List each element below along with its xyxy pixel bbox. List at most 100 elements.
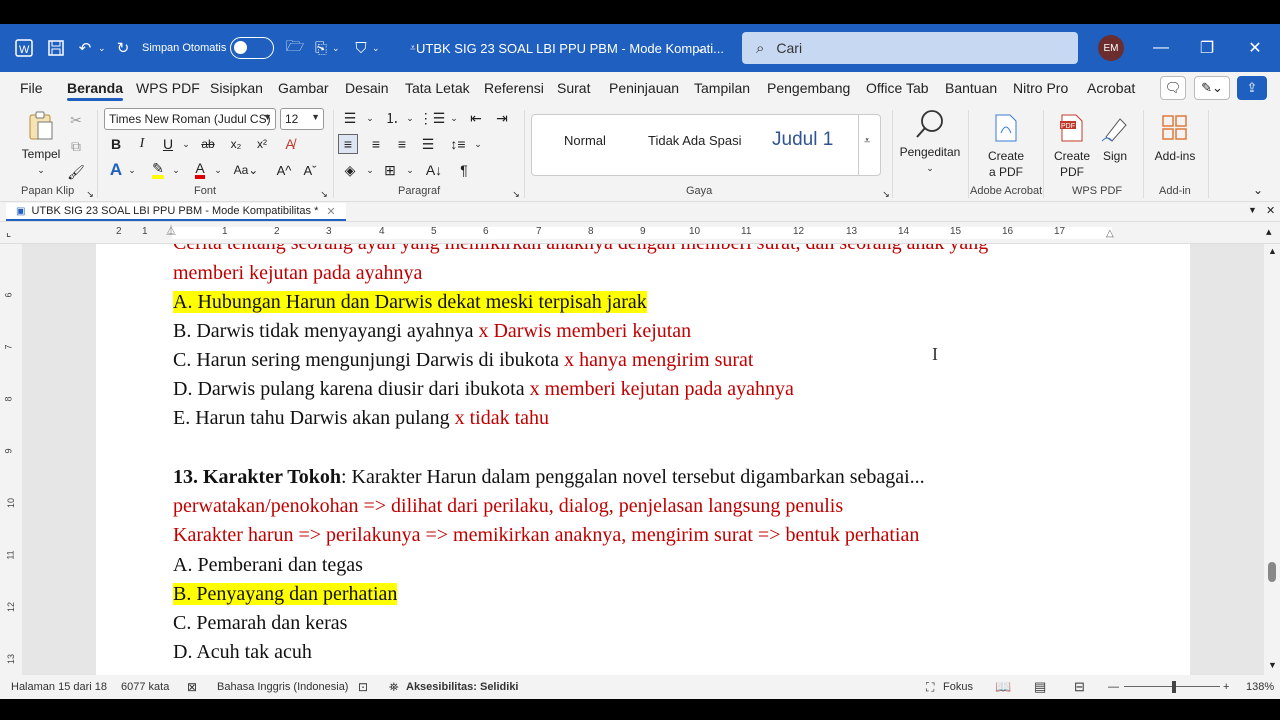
document-page[interactable]: Cerita tentang seorang ayah yang memikir…	[96, 244, 1190, 675]
open-folder-icon[interactable]: 🗁	[284, 24, 306, 72]
web-layout-icon[interactable]: ⊟	[1074, 675, 1085, 699]
decrease-indent-icon[interactable]: ⇤	[466, 108, 486, 128]
bold-icon[interactable]: B	[106, 134, 126, 154]
touch-mode-icon[interactable]: ⛉ ⌄	[350, 24, 379, 72]
chevron-down-icon[interactable]: ⌄	[208, 160, 228, 180]
doc-line[interactable]: A. Hubungan Harun dan Darwis dekat meski…	[173, 291, 647, 314]
sign-button[interactable]: Sign	[1096, 112, 1134, 164]
shading-icon[interactable]: ◈	[340, 160, 360, 180]
chevron-down-icon[interactable]: ⌄	[400, 108, 420, 128]
customize-qat-icon[interactable]: ⩡	[410, 24, 416, 72]
restore-button[interactable]: ❐	[1192, 24, 1222, 72]
zoom-slider-thumb[interactable]	[1172, 681, 1176, 693]
font-color-icon[interactable]: A	[190, 160, 210, 180]
save-icon[interactable]	[46, 24, 66, 72]
tab-office-tab[interactable]: Office Tab	[866, 72, 929, 104]
shrink-font-icon[interactable]: Aˇ	[300, 160, 320, 180]
proofing-icon[interactable]: ⊠	[187, 675, 197, 699]
bullets-icon[interactable]: ☰	[340, 108, 360, 128]
underline-icon[interactable]: U	[158, 134, 178, 154]
chevron-down-icon[interactable]: ⌄	[360, 108, 380, 128]
line-spacing-icon[interactable]: ↕≡	[448, 134, 468, 154]
doc-line[interactable]: D. Acuh tak acuh	[173, 641, 312, 664]
right-indent-marker[interactable]: △	[1106, 228, 1114, 239]
paste-button[interactable]: Tempel ⌄	[16, 110, 66, 178]
chevron-down-icon[interactable]: ⌄	[468, 134, 488, 154]
chevron-down-icon[interactable]: ⌄	[696, 24, 705, 72]
zoom-in-icon[interactable]: +	[1223, 675, 1229, 699]
tab-referensi[interactable]: Referensi	[484, 72, 544, 104]
page-count[interactable]: Halaman 15 dari 18	[11, 675, 107, 699]
create-pdf-button[interactable]: PDF Create PDF	[1050, 112, 1094, 180]
copy-icon[interactable]: ⧉	[66, 136, 86, 156]
autosave-toggle[interactable]	[230, 24, 274, 72]
show-marks-icon[interactable]: ¶	[454, 160, 474, 180]
undo-icon[interactable]: ↶ ⌄	[74, 24, 106, 72]
ruler-toggle-icon[interactable]: ▴	[1266, 225, 1272, 238]
font-name-combo[interactable]: Times New Roman (Judul CS) ▼	[104, 108, 276, 130]
document-tab[interactable]: ▣ UTBK SIG 23 SOAL LBI PPU PBM - Mode Ko…	[6, 203, 346, 221]
macro-icon[interactable]: ⊡	[358, 675, 368, 699]
addins-button[interactable]: Add-ins	[1150, 112, 1200, 164]
tab-gambar[interactable]: Gambar	[278, 72, 329, 104]
close-tab-icon[interactable]: ✕	[326, 205, 335, 218]
tab-tampilan[interactable]: Tampilan	[694, 72, 750, 104]
doc-line[interactable]: C. Harun sering mengunjungi Darwis di ib…	[173, 349, 753, 372]
sort-icon[interactable]: A↓	[424, 160, 444, 180]
accessibility-status[interactable]: Aksesibilitas: Selidiki	[406, 675, 519, 699]
scroll-down-icon[interactable]: ▼	[1268, 660, 1277, 670]
redo-icon[interactable]: ↻	[112, 24, 134, 72]
collapse-ribbon-icon[interactable]: ⌄	[1248, 180, 1268, 200]
comments-icon[interactable]: 🗨	[1160, 76, 1186, 100]
cut-icon[interactable]: ✂	[66, 110, 86, 130]
word-count[interactable]: 6077 kata	[121, 675, 169, 699]
multilevel-list-icon[interactable]: ⋮☰	[419, 108, 446, 128]
doc-line[interactable]: Karakter harun => perilakunya => memikir…	[173, 524, 919, 547]
tab-tata-letak[interactable]: Tata Letak	[405, 72, 470, 104]
tab-peninjauan[interactable]: Peninjauan	[609, 72, 679, 104]
scroll-up-icon[interactable]: ▲	[1268, 246, 1277, 256]
close-all-icon[interactable]: ✕	[1266, 204, 1275, 217]
print-layout-icon[interactable]: ▤	[1034, 675, 1046, 699]
change-case-icon[interactable]: Aa⌄	[232, 160, 260, 180]
tab-desain[interactable]: Desain	[345, 72, 389, 104]
zoom-level[interactable]: 138%	[1246, 675, 1274, 699]
align-left-icon[interactable]: ≡	[338, 134, 358, 154]
styles-more-icon[interactable]: ⩡	[864, 135, 870, 148]
tab-surat[interactable]: Surat	[557, 72, 590, 104]
tab-bantuan[interactable]: Bantuan	[945, 72, 997, 104]
align-right-icon[interactable]: ≡	[392, 134, 412, 154]
justify-icon[interactable]: ☰	[418, 134, 438, 154]
chevron-down-icon[interactable]: ⌄	[166, 160, 186, 180]
font-size-combo[interactable]: 12 ▼	[280, 108, 324, 130]
tab-beranda[interactable]: Beranda	[67, 72, 124, 104]
focus-button[interactable]: Fokus	[943, 675, 973, 699]
increase-indent-icon[interactable]: ⇥	[492, 108, 512, 128]
style-tidak-ada-spasi[interactable]: Tidak Ada Spasi	[648, 133, 741, 148]
doc-line[interactable]: B. Penyayang dan perhatian	[173, 583, 398, 606]
chevron-down-icon[interactable]: ⌄	[122, 160, 142, 180]
subscript-icon[interactable]: x₂	[226, 134, 246, 154]
font-launcher-icon[interactable]: ↘	[314, 184, 334, 204]
tab-selector-icon[interactable]: ⌞	[6, 226, 11, 239]
doc-line[interactable]: perwatakan/penokohan => dilihat dari per…	[173, 495, 843, 518]
clear-format-icon[interactable]: A̸	[280, 134, 300, 154]
chevron-down-icon[interactable]: ⌄	[444, 108, 464, 128]
doc-line[interactable]: A. Pemberani dan tegas	[173, 554, 363, 577]
language-status[interactable]: Bahasa Inggris (Indonesia)	[217, 675, 348, 699]
doc-line[interactable]: Cerita tentang seorang ayah yang memikir…	[173, 244, 988, 255]
doc-line[interactable]: C. Pemarah dan keras	[173, 612, 347, 635]
chevron-down-icon[interactable]: ⌄	[176, 134, 196, 154]
chevron-down-icon[interactable]: ⌄	[360, 160, 380, 180]
tab-file[interactable]: File	[20, 72, 43, 104]
format-painter-qat-icon[interactable]: ⎘ ⌄	[310, 24, 340, 72]
strikethrough-icon[interactable]: ab	[198, 134, 218, 154]
highlight-icon[interactable]: ✎	[148, 160, 168, 180]
tab-pengembang[interactable]: Pengembang	[767, 72, 850, 104]
paragraph-launcher-icon[interactable]: ↘	[506, 184, 526, 204]
doc-line[interactable]: memberi kejutan pada ayahnya	[173, 262, 422, 285]
search-input[interactable]: ⌕ Cari	[742, 32, 1078, 64]
style-judul-1[interactable]: Judul 1	[772, 129, 833, 151]
editing-button[interactable]: Pengeditan ⌄	[898, 108, 962, 176]
chevron-down-icon[interactable]: ⌄	[400, 160, 420, 180]
